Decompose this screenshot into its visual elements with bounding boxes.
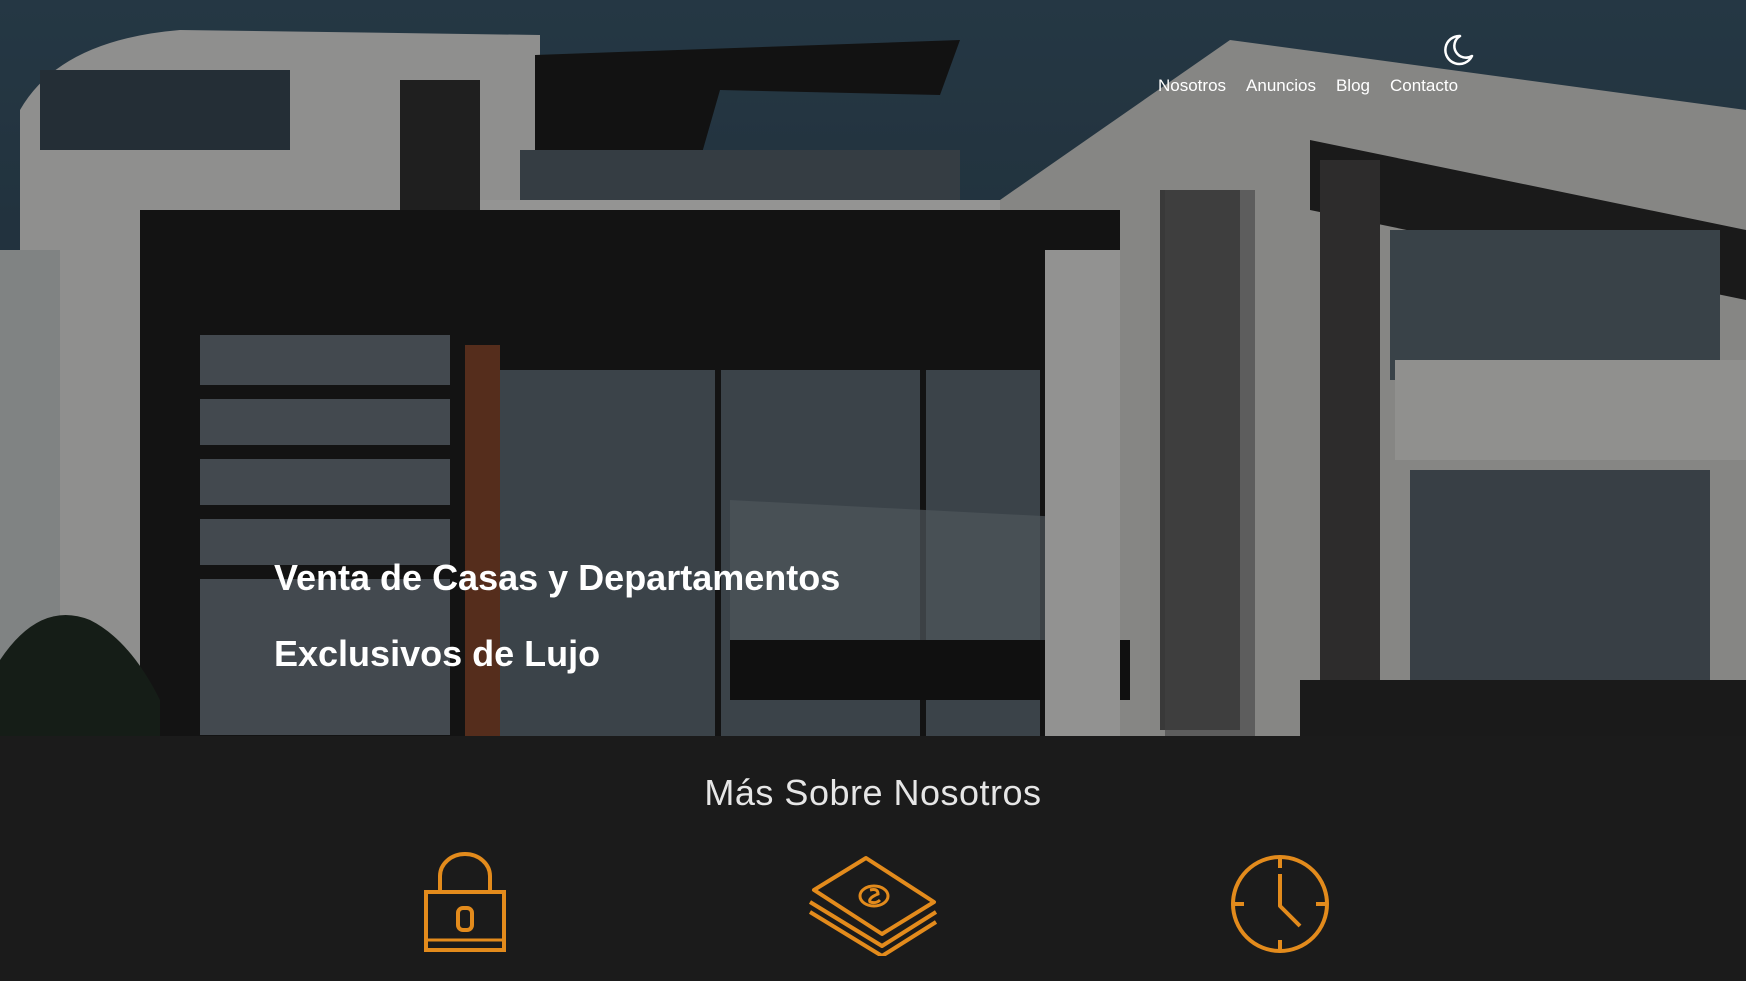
section-title: Más Sobre Nosotros xyxy=(704,772,1042,813)
moon-icon[interactable] xyxy=(1440,32,1476,68)
nav-link-anuncios[interactable]: Anuncios xyxy=(1246,76,1316,96)
nav-link-nosotros[interactable]: Nosotros xyxy=(1158,76,1226,96)
hero-overlay xyxy=(0,0,1746,736)
hero-heading-line-1: Venta de Casas y Departamentos xyxy=(274,557,841,598)
nav-links: Nosotros Anuncios Blog Contacto xyxy=(1158,76,1458,96)
about-section: Más Sobre Nosotros xyxy=(0,736,1746,981)
lock-icon xyxy=(422,852,508,961)
top-nav: Nosotros Anuncios Blog Contacto xyxy=(0,0,1746,110)
clock-icon xyxy=(1228,852,1332,961)
nav-link-blog[interactable]: Blog xyxy=(1336,76,1370,96)
hero-heading: Venta de Casas y Departamentos Exclusivo… xyxy=(274,540,840,692)
money-stack-icon xyxy=(806,852,940,961)
nav-link-contacto[interactable]: Contacto xyxy=(1390,76,1458,96)
hero: Nosotros Anuncios Blog Contacto Venta de… xyxy=(0,0,1746,736)
hero-heading-line-2: Exclusivos de Lujo xyxy=(274,633,601,674)
